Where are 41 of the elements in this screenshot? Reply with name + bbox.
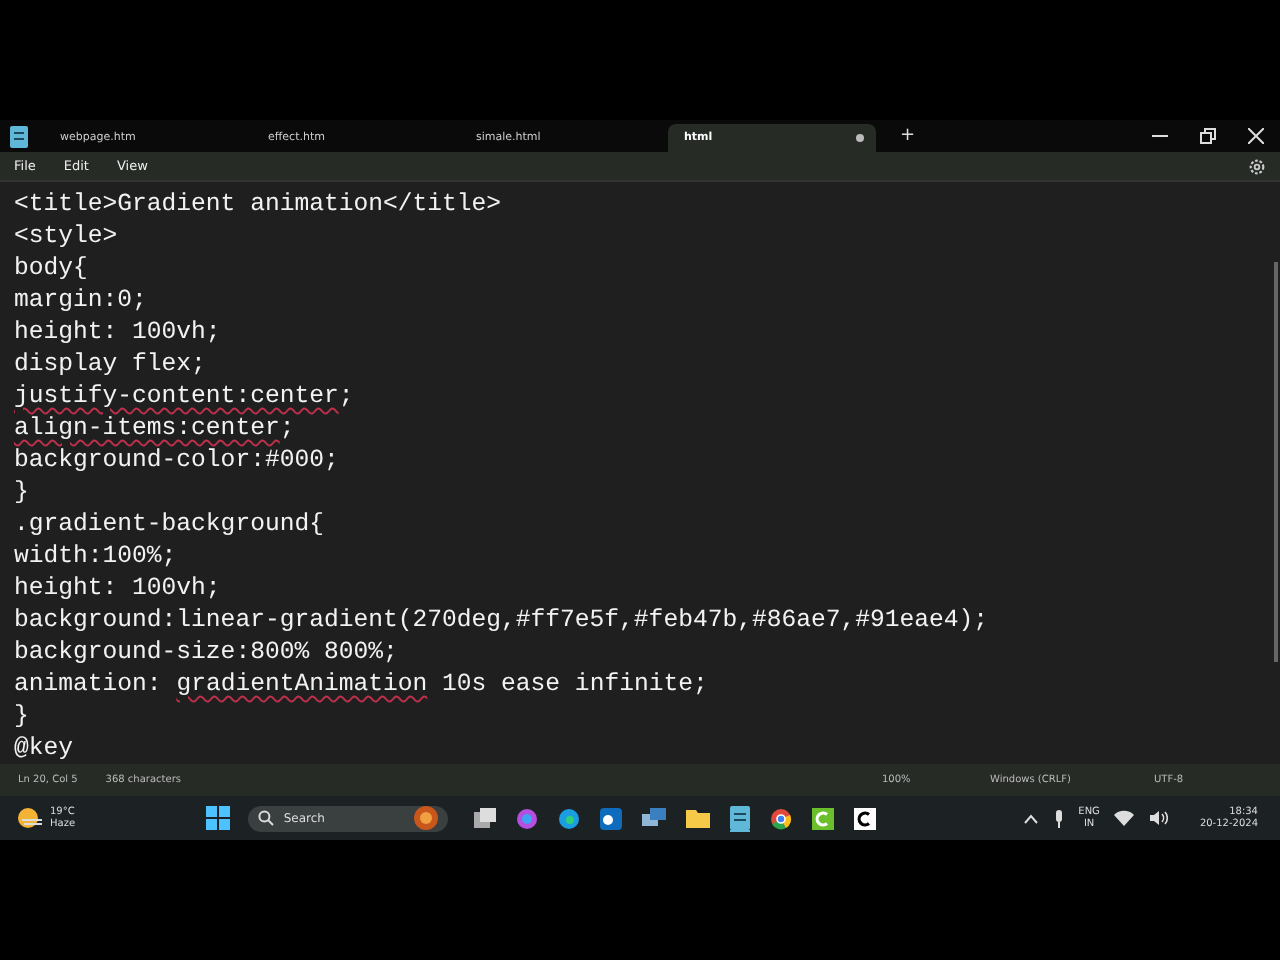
code-text: height: 100vh;: [14, 574, 221, 602]
task-view-icon[interactable]: [473, 808, 496, 828]
speaker-icon[interactable]: [1149, 810, 1168, 826]
code-text: 10s ease infinite;: [440, 670, 708, 698]
code-text: background:linear-gradient(270deg,#ff7e5f,#feb47b,#86ae7,#91eae4);: [14, 606, 989, 634]
code-text: .gradient-background{: [14, 510, 324, 538]
code-text: background-color:#000;: [14, 446, 339, 474]
code-text: @key: [14, 734, 74, 762]
code-text: <style>: [14, 222, 118, 250]
code-text: width:100%;: [14, 542, 177, 570]
restore-icon[interactable]: [1200, 128, 1216, 144]
code-text: margin:0;: [14, 286, 147, 314]
weather-icon[interactable]: [16, 806, 44, 830]
code-text: gradientAnimation: [176, 670, 428, 698]
code-text: align-items:center: [14, 414, 280, 442]
notepad-icon: [10, 125, 28, 147]
chevron-up-icon[interactable]: [1024, 813, 1039, 823]
code-text: background-size:800% 800%;: [14, 638, 398, 666]
close-icon[interactable]: [1248, 128, 1264, 144]
code-text: ;: [338, 382, 354, 410]
text-editor[interactable]: [0, 180, 1280, 764]
c-letter-icon[interactable]: [853, 807, 876, 829]
code-text: height: 100vh;: [14, 318, 221, 346]
code-text: }: [14, 702, 29, 730]
code-text: body{: [14, 254, 88, 282]
notepad-icon[interactable]: [729, 805, 750, 831]
c-letter-icon[interactable]: [811, 807, 834, 829]
microphone-icon[interactable]: [1054, 809, 1065, 827]
code-text: justify-content:center: [14, 382, 339, 410]
code-text: }: [14, 478, 29, 506]
wifi-icon[interactable]: [1113, 810, 1134, 826]
settings-icon[interactable]: [1248, 157, 1266, 175]
code-text: animation:: [14, 670, 164, 698]
search-icon: [257, 810, 274, 826]
folder-icon[interactable]: [685, 808, 710, 828]
start-icon[interactable]: [205, 806, 230, 830]
code-text: ;: [279, 414, 295, 442]
chrome-icon[interactable]: [769, 807, 792, 829]
new-tab-button[interactable]: +: [888, 126, 928, 146]
code-text: display flex;: [14, 350, 206, 378]
code-text: <title>Gradient animation</title>: [14, 190, 502, 218]
